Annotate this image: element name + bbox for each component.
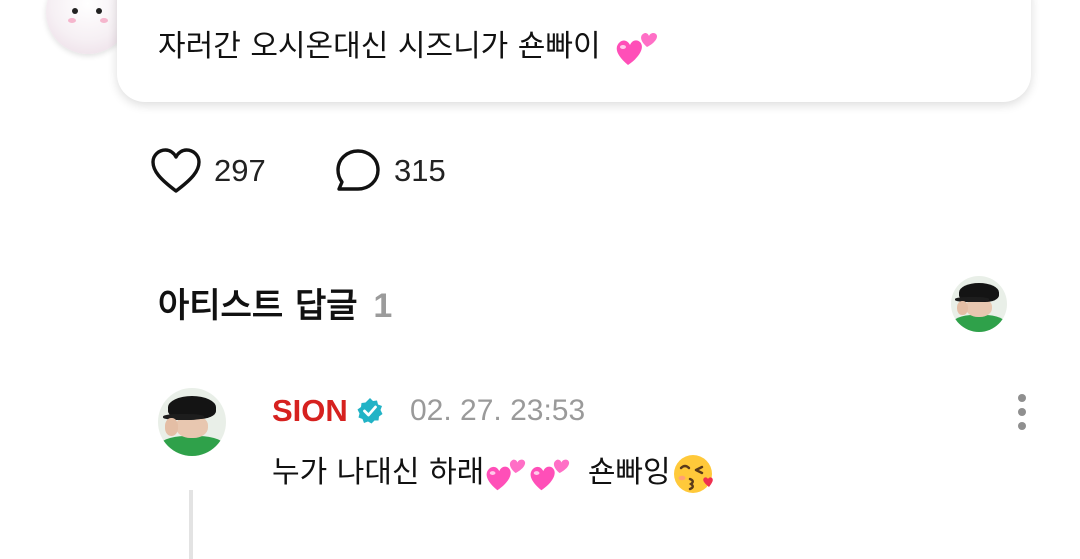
comment-stat[interactable]: 315 [334, 146, 446, 196]
reply-author-avatar[interactable] [158, 388, 226, 456]
more-options-icon[interactable] [1010, 392, 1034, 432]
two-hearts-icon [530, 459, 570, 490]
verified-badge-icon [357, 398, 383, 424]
like-count: 297 [214, 153, 266, 188]
thread-line [189, 490, 193, 559]
reply-text-part1: 누가 나대신 하래 [272, 455, 485, 490]
artist-replies-title: 아티스트 답글 [158, 286, 358, 326]
artist-replies-count: 1 [373, 287, 393, 325]
artist-replies-header: 아티스트 답글 1 [158, 280, 392, 332]
reply-timestamp: 02. 27. 23:53 [410, 394, 586, 427]
post-text-content: 자러간 오시온대신 시즈니가 숀빠이 [158, 29, 601, 64]
avatar-face [68, 6, 112, 23]
comment-count: 315 [394, 153, 446, 188]
artist-avatar-small[interactable] [951, 276, 1007, 332]
comment-bubble-icon[interactable] [334, 147, 382, 195]
artist-reply-screen: 자러간 오시온대신 시즈니가 숀빠이 297 315 아티스트 답글 1 SIO… [0, 0, 1080, 559]
like-stat[interactable]: 297 [150, 146, 266, 196]
post-text: 자러간 오시온대신 시즈니가 숀빠이 [158, 25, 660, 69]
two-hearts-icon [616, 32, 658, 65]
two-hearts-icon [486, 459, 526, 490]
heart-icon[interactable] [150, 147, 202, 195]
face-blowing-a-kiss-icon [673, 454, 713, 493]
reply-text: 누가 나대신 하래 숀빠잉 [272, 450, 717, 497]
reply-text-part2: 숀빠잉 [587, 455, 671, 490]
reply-author-name[interactable]: SION [272, 388, 348, 434]
